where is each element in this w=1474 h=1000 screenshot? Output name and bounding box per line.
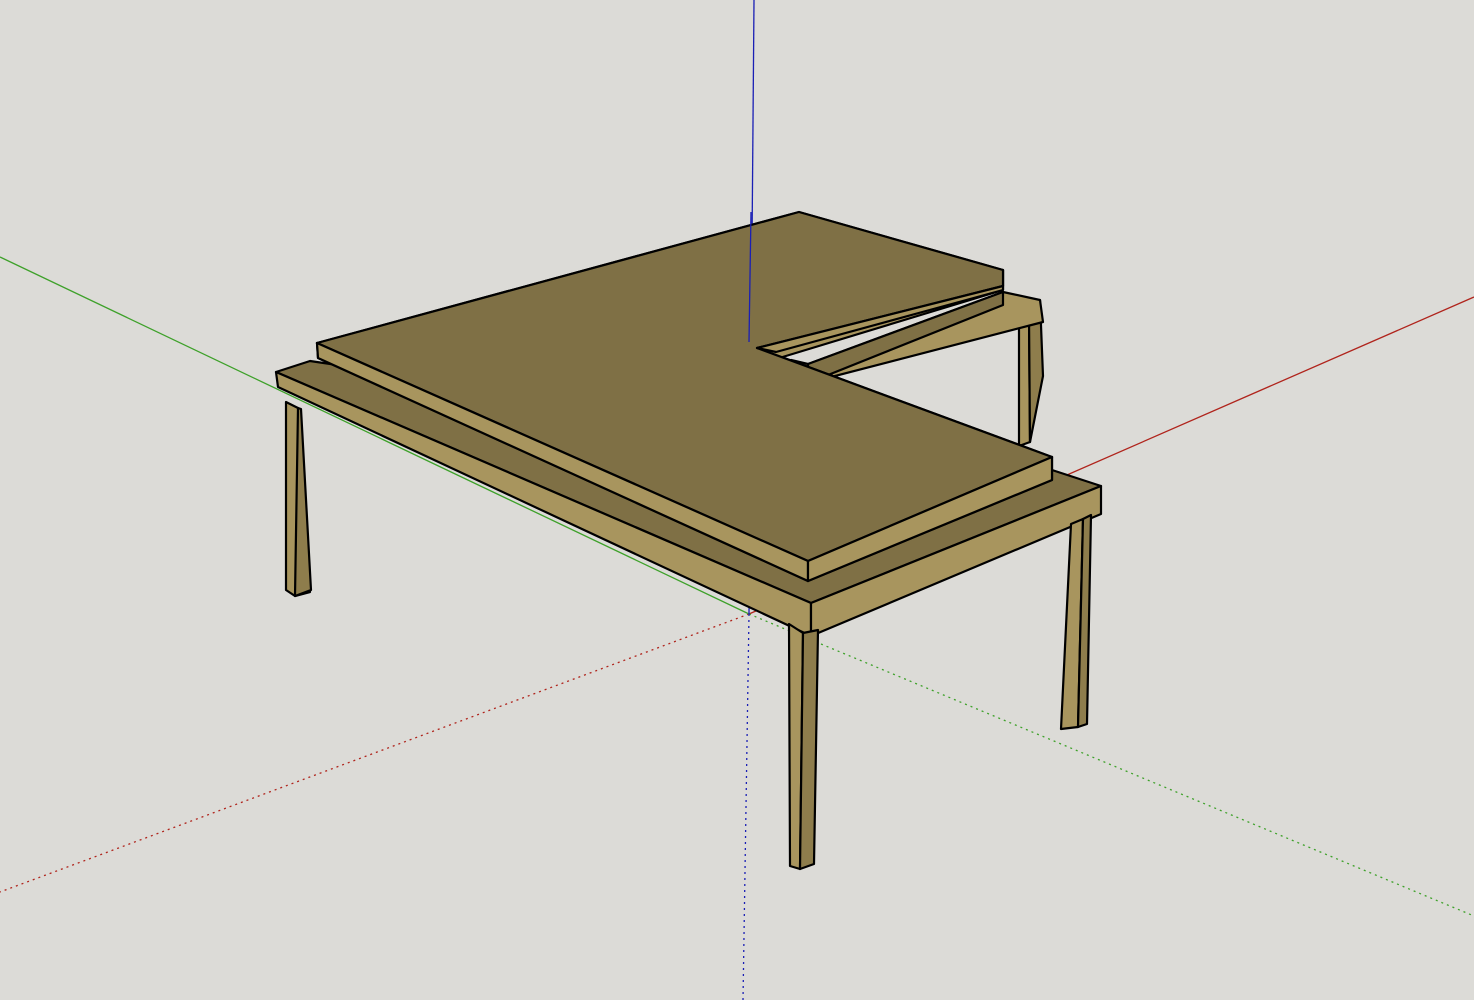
modeling-viewport[interactable] — [0, 0, 1474, 1000]
blue-axis-negative — [742, 613, 750, 1000]
red-axis-negative — [0, 613, 750, 893]
desk-model[interactable] — [274, 210, 1103, 871]
scene-canvas[interactable] — [0, 0, 1474, 1000]
green-axis-negative — [748, 613, 1474, 917]
